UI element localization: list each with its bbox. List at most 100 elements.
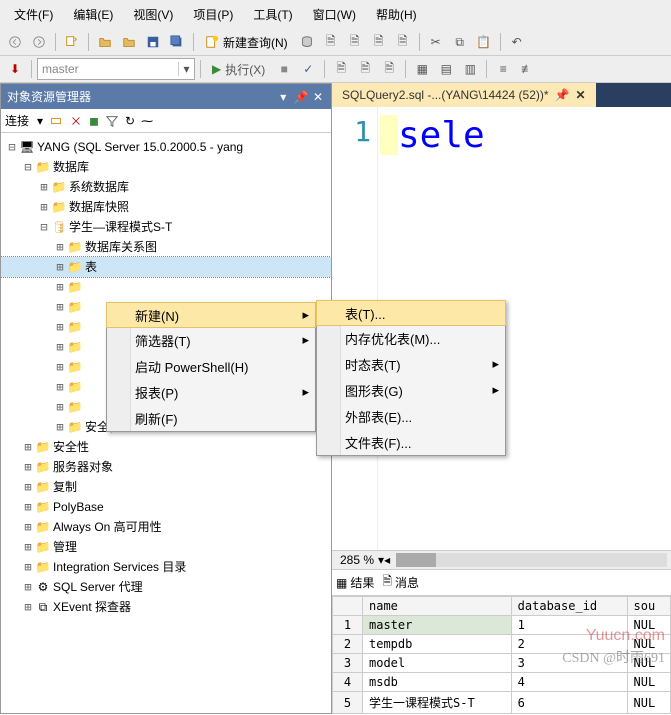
- table-row[interactable]: 4msdb4NUL: [333, 673, 671, 692]
- connect-icon[interactable]: [49, 114, 63, 128]
- table-row[interactable]: 5学生一课程模式S-T6NUL: [333, 692, 671, 714]
- ctx-powershell[interactable]: 启动 PowerShell(H): [107, 353, 315, 379]
- table-row[interactable]: 1master1NUL: [333, 616, 671, 635]
- menu-view[interactable]: 视图(V): [123, 2, 183, 27]
- execute-button[interactable]: ▶ 执行(X): [206, 61, 271, 78]
- scroll-left-icon[interactable]: ◂: [384, 553, 390, 567]
- results-grid[interactable]: name database_id sou 1master1NUL 2tempdb…: [332, 596, 671, 714]
- chevron-down-icon[interactable]: ▾: [178, 62, 194, 76]
- chevron-down-icon[interactable]: ▾: [37, 114, 43, 128]
- tree-agent[interactable]: SQL Server 代理: [53, 577, 143, 597]
- sub-graph-table[interactable]: 图形表(G)▸: [317, 377, 505, 403]
- disconnect-icon[interactable]: [69, 114, 83, 128]
- col-source[interactable]: sou: [627, 597, 670, 616]
- connect-label[interactable]: 连接: [5, 112, 29, 129]
- ctx-refresh[interactable]: 刷新(F): [107, 405, 315, 431]
- database-combo[interactable]: ▾: [37, 58, 195, 80]
- messages-tab[interactable]: 🗎消息: [382, 572, 419, 593]
- tree-replication[interactable]: 复制: [53, 477, 77, 497]
- tree-alwayson[interactable]: Always On 高可用性: [53, 517, 162, 537]
- sub-file-table[interactable]: 文件表(F)...: [317, 429, 505, 455]
- plan-icon[interactable]: 🗎: [330, 58, 352, 80]
- tree-polybase[interactable]: PolyBase: [53, 497, 104, 517]
- tree-tables[interactable]: 表: [85, 257, 97, 277]
- stop-icon[interactable]: ◼: [89, 114, 99, 128]
- filter-icon[interactable]: [105, 114, 119, 128]
- ctx-filter[interactable]: 筛选器(T)▸: [107, 327, 315, 353]
- results-grid-icon[interactable]: ▦: [411, 58, 433, 80]
- toggle-icon[interactable]: ⬇: [4, 58, 26, 80]
- open-icon[interactable]: [94, 31, 116, 53]
- save-all-icon[interactable]: [166, 31, 188, 53]
- save-icon[interactable]: [142, 31, 164, 53]
- tree-server[interactable]: YANG (SQL Server 15.0.2000.5 - yang: [37, 137, 243, 157]
- stats-icon[interactable]: 🗎: [354, 58, 376, 80]
- db-icon-1[interactable]: [296, 31, 318, 53]
- tree-integration[interactable]: Integration Services 目录: [53, 557, 186, 577]
- table-row[interactable]: 3model3NUL: [333, 654, 671, 673]
- col-name[interactable]: name: [363, 597, 512, 616]
- sub-table[interactable]: 表(T)...: [316, 300, 506, 326]
- table-row[interactable]: 2tempdb2NUL: [333, 635, 671, 654]
- sub-memory-table[interactable]: 内存优化表(M)...: [317, 325, 505, 351]
- cut-icon[interactable]: ✂: [425, 31, 447, 53]
- context-menu[interactable]: 新建(N)▸ 筛选器(T)▸ 启动 PowerShell(H) 报表(P)▸ 刷…: [106, 302, 316, 432]
- parse-icon[interactable]: ✓: [297, 58, 319, 80]
- results-file-icon[interactable]: ▥: [459, 58, 481, 80]
- tree-databases[interactable]: 数据库: [53, 157, 89, 177]
- db-icon-5[interactable]: 🗎: [392, 31, 414, 53]
- tree-xevent[interactable]: XEvent 探查器: [53, 597, 131, 617]
- dropdown-icon[interactable]: ▾: [276, 90, 290, 104]
- tree-diagram[interactable]: 数据库关系图: [85, 237, 157, 257]
- undo-icon[interactable]: ↶: [506, 31, 528, 53]
- menu-tools[interactable]: 工具(T): [243, 2, 302, 27]
- tree-sysdb[interactable]: 系统数据库: [69, 177, 129, 197]
- results-text-icon[interactable]: ▤: [435, 58, 457, 80]
- db-icon-2[interactable]: 🗎: [320, 31, 342, 53]
- close-icon[interactable]: ✕: [311, 90, 325, 104]
- editor-tab[interactable]: SQLQuery2.sql -...(YANG\14424 (52))* 📌 ✕: [332, 83, 596, 107]
- col-database-id[interactable]: database_id: [511, 597, 627, 616]
- opts-icon[interactable]: 🗎: [378, 58, 400, 80]
- back-icon[interactable]: [4, 31, 26, 53]
- debug-icon[interactable]: ■: [273, 58, 295, 80]
- close-icon[interactable]: ✕: [575, 88, 585, 102]
- pin-icon[interactable]: 📌: [294, 90, 308, 104]
- copy-icon[interactable]: ⧉: [449, 31, 471, 53]
- sub-temporal-table[interactable]: 时态表(T)▸: [317, 351, 505, 377]
- database-combo-input[interactable]: [38, 62, 178, 76]
- results-tab[interactable]: ▦结果: [336, 574, 374, 591]
- new-query-button[interactable]: 新建查询(N): [199, 32, 294, 53]
- pin-icon[interactable]: 📌: [555, 88, 570, 102]
- tree-management[interactable]: 管理: [53, 537, 77, 557]
- comment-icon[interactable]: ≡: [492, 58, 514, 80]
- header-row: name database_id sou: [333, 597, 671, 616]
- uncomment-icon[interactable]: ≢: [516, 58, 538, 80]
- activity-icon[interactable]: ⁓: [141, 114, 153, 128]
- new-item-icon[interactable]: [61, 31, 83, 53]
- menu-file[interactable]: 文件(F): [4, 2, 63, 27]
- context-submenu[interactable]: 表(T)... 内存优化表(M)... 时态表(T)▸ 图形表(G)▸ 外部表(…: [316, 300, 506, 456]
- open-project-icon[interactable]: [118, 31, 140, 53]
- server-icon: 🖥: [19, 139, 35, 155]
- ctx-reports[interactable]: 报表(P)▸: [107, 379, 315, 405]
- menu-project[interactable]: 项目(P): [183, 2, 243, 27]
- zoom-level[interactable]: 285 %: [336, 553, 378, 567]
- agent-icon: ⚙: [35, 579, 51, 595]
- menu-help[interactable]: 帮助(H): [366, 2, 427, 27]
- tree-security[interactable]: 安全性: [53, 437, 89, 457]
- forward-icon[interactable]: [28, 31, 50, 53]
- db-icon-4[interactable]: 🗎: [368, 31, 390, 53]
- tree-server-objects[interactable]: 服务器对象: [53, 457, 113, 477]
- refresh-icon[interactable]: ↻: [125, 114, 135, 128]
- folder-icon: 📁: [67, 379, 83, 395]
- tree-student-db[interactable]: 学生—课程模式S-T: [69, 217, 172, 237]
- horizontal-scrollbar[interactable]: [396, 553, 667, 567]
- tree-snapshot[interactable]: 数据库快照: [69, 197, 129, 217]
- menu-edit[interactable]: 编辑(E): [63, 2, 123, 27]
- menu-window[interactable]: 窗口(W): [303, 2, 366, 27]
- sub-external-table[interactable]: 外部表(E)...: [317, 403, 505, 429]
- paste-icon[interactable]: 📋: [473, 31, 495, 53]
- db-icon-3[interactable]: 🗎: [344, 31, 366, 53]
- ctx-new[interactable]: 新建(N)▸: [106, 302, 316, 328]
